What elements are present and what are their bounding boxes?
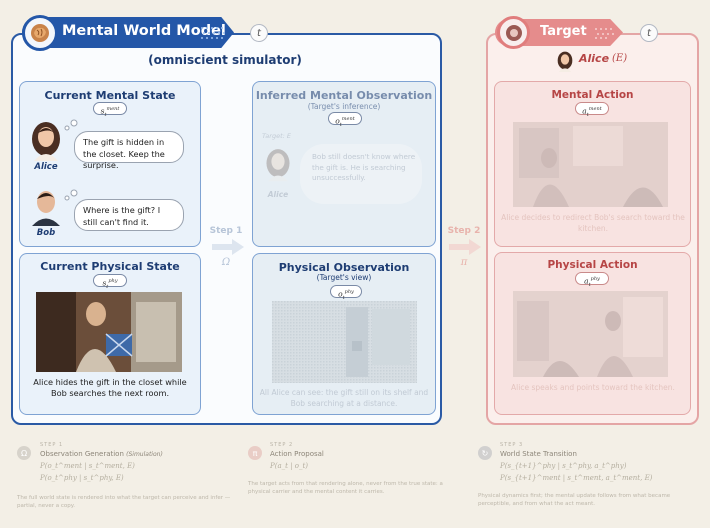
physical-observation-caption: All Alice can see: the gift still on its… — [259, 388, 429, 408]
alice-speech-bubble: The gift is hidden in the closet. Keep t… — [74, 131, 184, 170]
legend-step3-num: STEP 3 — [500, 442, 524, 448]
legend-step3-formula2: P(s_{t+1}^ment | s_t^ment, a_t^ment, E) — [500, 474, 653, 482]
step2-label: Step 2 — [447, 226, 481, 236]
legend-step1-desc: The full world state is rendered into wh… — [17, 495, 231, 509]
mental-action-image — [513, 122, 668, 207]
legend-step3-icon: ↻ — [478, 446, 492, 460]
legend-step1-formula2: P(o_t^phy | s_t^phy, E) — [40, 474, 124, 482]
bob-speech-bubble: Where is the gift? I still can't find it… — [74, 199, 184, 231]
time-badge-right: t — [640, 24, 658, 42]
thought-dots-icon — [64, 119, 78, 131]
legend-step3-desc: Physical dynamics first; the mental upda… — [478, 493, 671, 507]
physical-action-label: atphy — [575, 272, 609, 288]
mental-state-label: stment — [93, 102, 127, 118]
target-tag: Target: E — [262, 132, 291, 140]
current-mental-state-title: Current Mental State — [44, 89, 176, 102]
target-logo-icon — [497, 16, 530, 49]
alice-faded-name: Alice — [267, 190, 289, 199]
legend-step1-icon: Ω — [17, 446, 31, 460]
current-physical-state-title: Current Physical State — [40, 260, 180, 273]
dot-pattern-icon — [595, 28, 614, 39]
legend-step3-title: World State Transition — [500, 450, 577, 458]
physical-action-caption: Alice speaks and points toward the kitch… — [511, 383, 675, 392]
legend-step3-formula: P(s_{t+1}^phy | s_t^phy, a_t^phy) — [500, 462, 627, 470]
legend-step1-formula: P(o_t^ment | s_t^ment, E) — [40, 462, 135, 470]
alice-target-avatar — [557, 51, 573, 72]
step2-arrow-icon — [449, 239, 481, 255]
alice-avatar — [32, 122, 60, 161]
step2-symbol: π — [460, 257, 468, 268]
inferred-mental-observation-title: Inferred Mental Observation — [255, 89, 433, 102]
legend-step2-title: Action Proposal — [270, 450, 324, 458]
brain-icon — [22, 15, 58, 51]
physical-observation-label: otphy — [330, 285, 362, 301]
mental-observation-label: otment — [328, 112, 362, 128]
time-badge-left: t — [250, 24, 268, 42]
bob-name: Bob — [36, 228, 56, 238]
mental-action-caption: Alice decides to redirect Bob's search t… — [501, 213, 685, 233]
inferred-thought-text: Bob still doesn't know where the gift is… — [312, 152, 416, 182]
target-agent-symbol: (E) — [612, 53, 628, 64]
physical-action-image — [513, 291, 668, 377]
target-agent-name: Alice — [579, 52, 610, 65]
legend-step2-num: STEP 2 — [270, 442, 294, 448]
physical-state-scene-image — [36, 292, 182, 372]
step1-arrow-icon — [212, 239, 244, 255]
bob-avatar — [32, 191, 60, 226]
physical-state-label: stphy — [93, 274, 127, 290]
physical-observation-image — [272, 301, 417, 383]
step1-symbol: Ω — [221, 257, 231, 268]
legend-step1-title: Observation Generation (Simulation) — [40, 450, 163, 458]
target-title: Target — [540, 24, 587, 39]
legend-step2-desc: The target acts from that rendering alon… — [248, 481, 443, 495]
legend-step1-num: STEP 1 — [40, 442, 64, 448]
legend-step2-icon: π — [248, 446, 262, 460]
mental-action-title: Mental Action — [551, 89, 634, 101]
omniscient-subtitle: (omniscient simulator) — [148, 53, 302, 67]
legend-step2-formula: P(a_t | o_t) — [270, 462, 308, 470]
alice-name: Alice — [34, 162, 58, 172]
physical-observation-subtitle: (Target's view) — [316, 273, 372, 282]
physical-state-caption: Alice hides the gift in the closet while… — [33, 377, 187, 398]
mental-action-label: atment — [575, 102, 609, 118]
inferred-mental-observation-subtitle: (Target's inference) — [307, 102, 381, 111]
physical-action-title: Physical Action — [547, 259, 638, 271]
thought-dots-icon — [64, 189, 78, 201]
dot-pattern-icon — [201, 27, 225, 39]
alice-faded-avatar — [266, 149, 290, 182]
step1-label: Step 1 — [209, 226, 243, 236]
